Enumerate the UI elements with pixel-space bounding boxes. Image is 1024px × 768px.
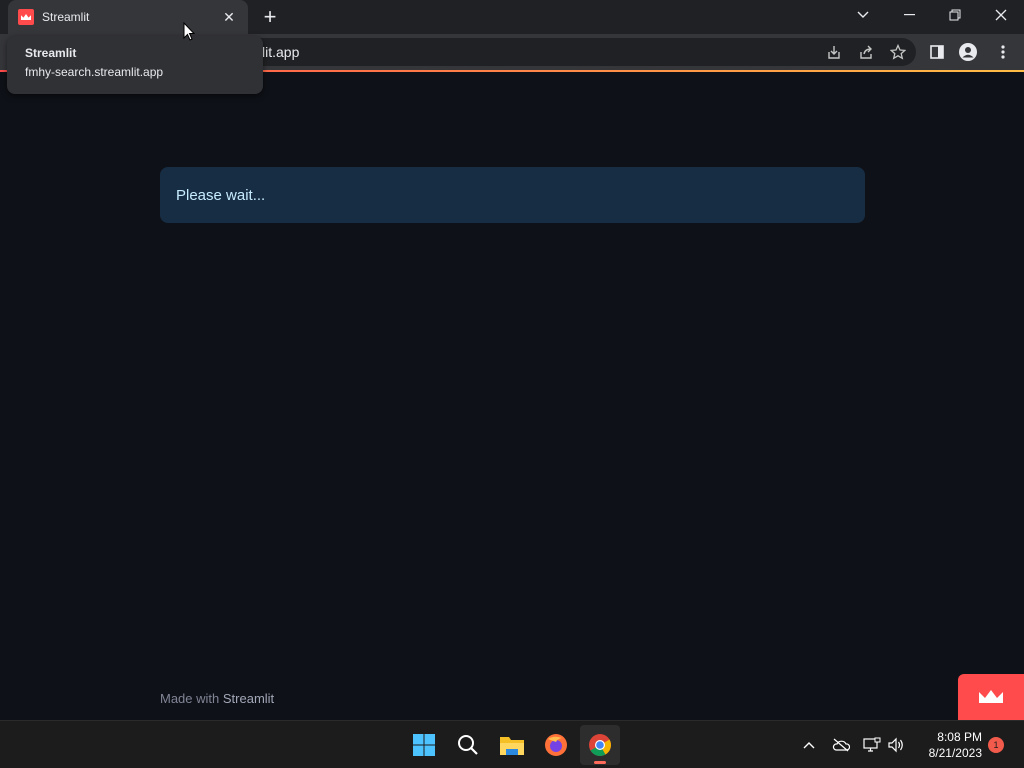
restore-button[interactable]: [932, 0, 978, 30]
chevron-up-icon: [803, 742, 815, 749]
firefox-button[interactable]: [536, 725, 576, 765]
start-icon: [413, 734, 435, 756]
footer-brand-link[interactable]: Streamlit: [223, 691, 274, 706]
file-explorer-icon: [500, 737, 524, 755]
tab-streamlit[interactable]: Streamlit ✕: [8, 0, 248, 34]
share-icon[interactable]: [857, 43, 875, 61]
close-window-button[interactable]: [978, 0, 1024, 30]
clock-date: 8/21/2023: [928, 746, 982, 760]
windows-taskbar: 8:08 PM 8/21/2023 1: [0, 720, 1024, 768]
chrome-icon: [589, 734, 611, 756]
firefox-icon: [545, 734, 567, 756]
new-tab-button[interactable]: +: [258, 5, 282, 29]
menu-kebab-icon[interactable]: [994, 43, 1012, 61]
chevron-down-icon: [857, 11, 869, 18]
tab-strip: Streamlit ✕ +: [0, 0, 1024, 34]
system-clock[interactable]: 8:08 PM 8/21/2023: [912, 729, 982, 761]
taskbar-search-button[interactable]: [448, 725, 488, 765]
alert-message: Please wait...: [176, 186, 266, 204]
info-alert: Please wait...: [160, 167, 865, 223]
address-bar-url: lit.app: [262, 44, 300, 60]
tooltip-title: Streamlit: [25, 46, 77, 60]
volume-icon[interactable]: [886, 735, 906, 755]
chrome-button[interactable]: [580, 725, 620, 765]
bookmark-star-icon[interactable]: [889, 43, 907, 61]
tab-close-icon[interactable]: ✕: [220, 9, 238, 26]
network-icon[interactable]: [862, 735, 882, 755]
tab-search-button[interactable]: [840, 0, 886, 30]
search-icon: [458, 735, 478, 755]
streamlit-badge[interactable]: [958, 674, 1024, 720]
profile-avatar-icon[interactable]: [959, 43, 977, 61]
browser-window: Streamlit ✕ + lit.app Streamlit fmhy-sea…: [0, 0, 1024, 720]
notification-badge[interactable]: 1: [988, 737, 1004, 753]
app-footer: Made with Streamlit: [160, 691, 274, 706]
clock-time: 8:08 PM: [937, 730, 982, 744]
start-button[interactable]: [404, 725, 444, 765]
mouse-cursor-icon: [183, 22, 195, 41]
streamlit-favicon-icon: [18, 9, 34, 25]
onedrive-icon[interactable]: [831, 735, 851, 755]
streamlit-crown-icon: [979, 690, 1003, 703]
minimize-button[interactable]: [886, 0, 932, 30]
footer-prefix: Made with: [160, 691, 223, 706]
tab-hover-tooltip: Streamlit fmhy-search.streamlit.app: [7, 36, 263, 94]
show-hidden-icons-button[interactable]: [799, 735, 819, 755]
tooltip-url: fmhy-search.streamlit.app: [25, 65, 164, 79]
minimize-icon: [903, 14, 915, 16]
restore-icon: [949, 9, 961, 21]
file-explorer-button[interactable]: [492, 725, 532, 765]
close-icon: [995, 9, 1007, 21]
install-app-icon[interactable]: [825, 43, 843, 61]
side-panel-icon[interactable]: [928, 43, 946, 61]
